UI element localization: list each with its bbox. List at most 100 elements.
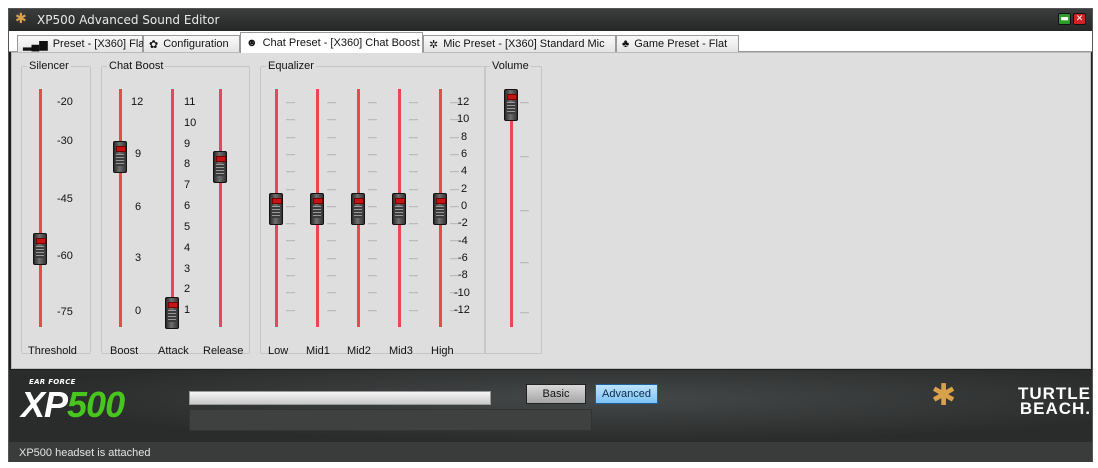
chat-boost-legend: Chat Boost <box>107 60 166 72</box>
eq-tick-mark: — <box>368 287 377 298</box>
eq-tick-mark: — <box>327 148 336 159</box>
boost-slider-track[interactable] <box>119 89 122 327</box>
eq-tick: 0 <box>461 200 468 212</box>
beach-logo-text: BEACH. <box>1019 399 1091 418</box>
gamepad-icon: ♣ <box>622 38 630 50</box>
eq-tick-mark: — <box>368 97 377 107</box>
eq-tick: -8 <box>458 269 468 281</box>
tab-mic-preset[interactable]: ✲ Mic Preset - [X360] Standard Mic <box>423 35 616 52</box>
equalizer-legend: Equalizer <box>266 60 316 72</box>
tab-label: Game Preset - Flat <box>634 38 728 50</box>
eq-tick: -10 <box>454 287 470 299</box>
threshold-tick: -45 <box>57 193 73 205</box>
threshold-tick: -75 <box>57 306 73 318</box>
palm-tree-icon: ✱ <box>15 11 27 27</box>
eq-tick: 10 <box>457 113 470 125</box>
eq-band-label-mid2: Mid2 <box>347 345 371 357</box>
eq-tick-mark: — <box>286 235 295 246</box>
eq-tick-mark: — <box>368 114 377 125</box>
status-message-box <box>189 409 592 431</box>
eq-tick-mark: — <box>327 114 336 125</box>
eq-tick-mark: — <box>286 304 295 315</box>
volume-group: Volume — — — — — <box>484 60 542 354</box>
status-text: XP500 headset is attached <box>19 447 151 459</box>
boost-tick: 0 <box>135 305 142 317</box>
eq-tick-mark: — <box>450 148 459 159</box>
eq-tick-mark: — <box>409 200 418 211</box>
threshold-slider-knob[interactable] <box>33 232 47 265</box>
eq-tick-mark: — <box>327 97 336 107</box>
eq-low-slider-knob[interactable] <box>269 193 283 225</box>
eq-tick: -2 <box>458 217 468 229</box>
eq-tick-mark: — <box>409 114 418 125</box>
boost-tick: 3 <box>135 252 142 264</box>
attack-tick: 10 <box>184 117 197 129</box>
eq-tick-mark: — <box>286 287 295 298</box>
eq-tick-mark: — <box>368 252 377 263</box>
volume-tick-mark: — <box>520 151 529 161</box>
minimize-button[interactable]: ▬ <box>1058 13 1071 25</box>
release-slider-track[interactable] <box>219 89 222 327</box>
eq-band-label-mid1: Mid1 <box>306 345 330 357</box>
eq-tick: 12 <box>457 96 470 108</box>
eq-tick-mark: — <box>368 270 377 280</box>
eq-tick-mark: — <box>450 166 459 177</box>
eq-tick-mark: — <box>286 148 295 159</box>
eq-tick-mark: — <box>286 200 295 211</box>
eq-mid2-slider-knob[interactable] <box>351 193 365 225</box>
eq-tick: 4 <box>461 165 468 177</box>
attack-tick: 9 <box>184 138 191 150</box>
threshold-slider-track[interactable] <box>39 89 42 327</box>
eq-mid3-slider-knob[interactable] <box>392 193 406 225</box>
eq-tick-mark: — <box>409 148 418 159</box>
eq-tick-mark: — <box>409 270 418 280</box>
eq-tick-mark: — <box>286 114 295 125</box>
eq-band-label-mid3: Mid3 <box>389 345 413 357</box>
tab-chat-preset[interactable]: ☻ Chat Preset - [X360] Chat Boost <box>240 32 423 53</box>
boost-tick: 6 <box>135 201 142 213</box>
advanced-mode-button[interactable]: Advanced <box>595 384 658 404</box>
threshold-label: Threshold <box>28 345 77 357</box>
basic-mode-button[interactable]: Basic <box>526 384 586 404</box>
boost-label: Boost <box>110 345 139 357</box>
tab-configuration[interactable]: ✿ Configuration <box>143 35 240 52</box>
tab-label: Chat Preset - [X360] Chat Boost <box>262 37 420 49</box>
volume-slider-knob[interactable] <box>504 89 518 121</box>
equalizer-group: Equalizer — — — — — — — — — — — — — — — — — — — — — — — — — — — — — —… <box>260 60 486 357</box>
eq-tick-mark: — <box>409 183 418 194</box>
eq-tick-mark: — <box>327 200 336 211</box>
attack-tick: 2 <box>184 283 191 295</box>
eq-tick-mark: — <box>286 270 295 280</box>
palm-tree-icon: ✱ <box>931 378 957 413</box>
eq-tick-mark: — <box>286 183 295 194</box>
eq-mid1-slider-knob[interactable] <box>310 193 324 225</box>
release-slider-knob[interactable] <box>213 151 227 184</box>
tab-preset[interactable]: ▂▄▆ Preset - [X360] Flat <box>17 35 147 52</box>
attack-tick: 4 <box>184 242 191 254</box>
window-title: XP500 Advanced Sound Editor <box>37 13 220 27</box>
volume-tick-mark: — <box>520 97 529 107</box>
eq-tick: 6 <box>461 148 468 160</box>
eq-tick-mark: — <box>409 304 418 315</box>
threshold-tick: -20 <box>57 96 73 108</box>
close-button[interactable]: ✕ <box>1073 13 1086 25</box>
app-window: ✱ XP500 Advanced Sound Editor ▬ ✕ ▂▄▆ Pr… <box>8 8 1093 462</box>
boost-slider-knob[interactable] <box>113 141 127 173</box>
eq-tick-mark: — <box>286 166 295 177</box>
attack-label: Attack <box>158 345 189 357</box>
eq-tick-mark: — <box>327 270 336 280</box>
eq-tick-mark: — <box>450 183 459 194</box>
attack-slider-knob[interactable] <box>165 297 179 329</box>
eq-band-label-high: High <box>431 345 454 357</box>
tab-game-preset[interactable]: ♣ Game Preset - Flat <box>616 35 739 52</box>
eq-high-slider-knob[interactable] <box>433 193 447 225</box>
release-label: Release <box>203 345 244 357</box>
close-icon: ✕ <box>1075 14 1084 24</box>
silencer-group: Silencer -20 -30 -45 -60 -75 Threshold <box>21 60 91 357</box>
eq-tick: -4 <box>458 235 468 247</box>
eq-tick-mark: — <box>327 287 336 298</box>
attack-slider-track[interactable] <box>171 89 174 327</box>
volume-slider-track[interactable] <box>510 89 513 327</box>
eq-tick-mark: — <box>409 235 418 246</box>
gear-icon: ✿ <box>149 38 159 51</box>
